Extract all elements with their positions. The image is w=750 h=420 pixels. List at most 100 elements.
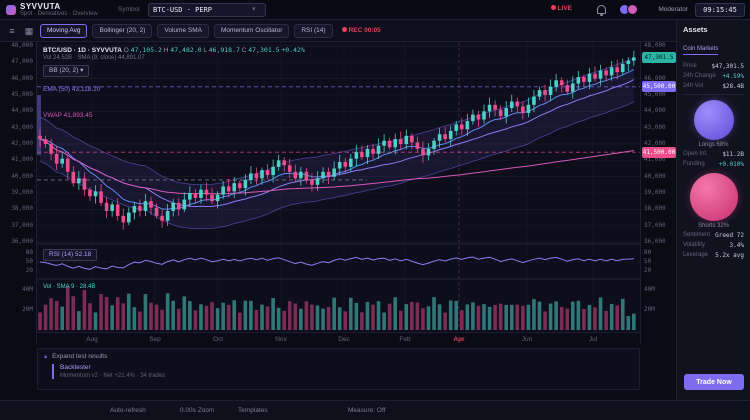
- price-tick-label: 40,000: [644, 173, 666, 180]
- status-item-auto-refresh[interactable]: Auto-refresh: [110, 407, 146, 414]
- chart-toolbar: ≡ ▦ Moving Avg Bollinger (20, 2) Volume SM…: [0, 20, 676, 42]
- menu-icon[interactable]: ≡: [6, 25, 18, 37]
- price-tick-label: 40,000: [11, 173, 33, 180]
- volume-layer: [38, 286, 635, 330]
- stat-value: 5.2x avg: [715, 252, 744, 259]
- caret-up-icon: ▴: [44, 353, 47, 360]
- app-logo: [6, 5, 16, 15]
- chart-legend-symbol: BTC/USD · 1D · SYVVUTA O 47,105.2 H 47,4…: [43, 46, 305, 54]
- sidebar-stats-group: SentimentGreed 72Volatility3.4%Leverage5…: [683, 232, 744, 259]
- stat-value: +0.010%: [719, 161, 744, 168]
- time-tick-label: Dec: [329, 336, 359, 343]
- sidebar-stats-group: Open Int.$11.2B Funding +0.010%: [683, 151, 744, 168]
- volume-pane-label: Vol · SMA 9 · 28.4B: [43, 284, 95, 290]
- price-tick-label: 45,000: [11, 91, 33, 98]
- price-tick-label: 36,000: [11, 238, 33, 245]
- price-tick-label: 38,000: [644, 205, 666, 212]
- toolbar-chip-volume-sma[interactable]: Volume SMA: [157, 24, 209, 38]
- avatar[interactable]: [627, 4, 638, 15]
- right-price-axis[interactable]: 48,00047,00046,00045,00044,00043,00042,0…: [640, 42, 676, 344]
- ohlc-low: 46,918.7: [209, 46, 240, 54]
- volume-tick-label: 20M: [22, 306, 33, 313]
- stat-value: $28.4B: [722, 83, 744, 90]
- divider: [683, 94, 744, 95]
- toolbar-chip-bollinger-20-2-[interactable]: Bollinger (20, 2): [92, 24, 152, 38]
- trade-now-button[interactable]: Trade Now: [684, 374, 744, 390]
- ema-legend[interactable]: EMA (50) 43,118.20: [43, 86, 100, 93]
- stat-value: $11.2B: [722, 151, 744, 158]
- stat-value: 3.4%: [730, 242, 744, 249]
- symbol-label: Symbol: [118, 6, 140, 13]
- toolbar-chip-moving-avg[interactable]: Moving Avg: [40, 24, 87, 38]
- change-percent: +0.42%: [281, 46, 304, 54]
- rec-dot-icon: [342, 27, 347, 32]
- stat-row: SentimentGreed 72: [683, 232, 744, 239]
- stat-row: Open Int.$11.2B: [683, 151, 744, 158]
- stat-row: 24h Change +4.59%: [683, 73, 744, 80]
- user-name[interactable]: Moderator: [658, 6, 688, 13]
- stat-label: 24h Vol: [683, 83, 703, 90]
- stat-value: $47,301.5: [711, 63, 744, 70]
- status-bar: Auto-refresh 0.00s Zoom Templates Measure: …: [0, 400, 750, 420]
- chevron-down-icon[interactable]: ▾: [252, 3, 256, 17]
- price-tick-label: 44,000: [11, 107, 33, 114]
- backtester-label[interactable]: Backtester: [60, 364, 633, 371]
- left-price-axis[interactable]: 48,00047,00046,00045,00044,00043,00042,0…: [0, 42, 37, 344]
- price-tick-label: 37,000: [11, 222, 33, 229]
- price-tick-label: 48,000: [644, 42, 666, 49]
- sidebar-stats-group: Price$47,301.5 24h Change +4.59% 24h Vol $28…: [683, 63, 744, 90]
- toolbar-chip-momentum-oscillator[interactable]: Momentum Oscillator: [214, 24, 289, 38]
- stat-value: Greed 72: [715, 232, 744, 239]
- symbol-search-input[interactable]: BTC-USD · PERP: [148, 3, 266, 17]
- ohlc-high: 47,482.0: [170, 46, 201, 54]
- price-tick-label: 43,000: [644, 124, 666, 131]
- toolbar-chip-rsi-14-[interactable]: RSI (14): [294, 24, 332, 38]
- stat-value: +4.59%: [722, 73, 744, 80]
- vwap-legend[interactable]: VWAP 41,893.45: [43, 112, 93, 119]
- price-level-chip: 45,500.00: [642, 81, 676, 92]
- notifications-bell-icon[interactable]: [597, 5, 606, 14]
- grid-layout-icon[interactable]: ▦: [23, 25, 35, 37]
- stat-row: 24h Vol $28.4B: [683, 83, 744, 90]
- price-level-chip: 41,500.00: [642, 147, 676, 158]
- legend-symbol-text: BTC/USD · 1D · SYVVUTA: [43, 47, 122, 54]
- chart-area[interactable]: BTC/USD · 1D · SYVVUTA O 47,105.2 H 47,4…: [37, 42, 640, 332]
- sidebar-tab-coin-markets[interactable]: Coin Markets: [683, 46, 718, 55]
- price-tick-label: 38,000: [11, 205, 33, 212]
- backtest-result: Momentum v2 · Net +21.4% · 34 trades: [60, 373, 633, 379]
- live-dot-icon: [551, 5, 556, 10]
- rsi-tick-label: 50: [644, 258, 651, 265]
- stat-row: Leverage 5.2x avg: [683, 252, 744, 259]
- price-tick-label: 43,000: [11, 124, 33, 131]
- rsi-layer: [37, 257, 640, 269]
- time-tick-label: Aug: [77, 336, 107, 343]
- recording-badge: REC 00:05: [342, 27, 381, 34]
- status-item-templates[interactable]: Templates: [238, 407, 268, 414]
- status-item-measure-off[interactable]: Measure: Off: [348, 407, 385, 414]
- chart-legend-volume: Vol 24.52B · SMA (9, close) 44,891.07: [43, 55, 145, 61]
- rsi-indicator-chip[interactable]: RSI (14) 52.18: [43, 249, 97, 261]
- stat-row: Price$47,301.5: [683, 63, 744, 70]
- volume-tick-label: 20M: [644, 306, 655, 313]
- rsi-tick-label: 50: [26, 258, 33, 265]
- time-axis[interactable]: AugSepOctNovDecFebAprJunJul: [37, 332, 640, 346]
- expand-test-results[interactable]: ▴ Expand test results: [44, 352, 633, 360]
- price-tick-label: 42,000: [644, 140, 666, 147]
- price-tick-label: 42,000: [11, 140, 33, 147]
- market-stats-sidebar: Assets Coin Markets Price$47,301.524h Ch…: [676, 20, 750, 400]
- time-tick-label: Jul: [578, 336, 608, 343]
- stat-label: Funding: [683, 161, 705, 168]
- price-chart-canvas[interactable]: [37, 42, 640, 332]
- volume-tick-label: 40M: [644, 286, 655, 293]
- ohlc-open: 47,105.2: [131, 46, 162, 54]
- long-ratio-label: Longs 68%: [683, 142, 744, 148]
- time-tick-label: Feb: [390, 336, 420, 343]
- volume-profile-bar: [37, 95, 41, 155]
- status-item-0-00s-zoom[interactable]: 0.00s Zoom: [180, 407, 214, 414]
- backtest-summary: Backtester Momentum v2 · Net +21.4% · 34…: [52, 364, 633, 379]
- stat-label: Leverage: [683, 252, 708, 259]
- price-tick-label: 44,000: [644, 107, 666, 114]
- bollinger-indicator-chip[interactable]: BB (20, 2) ▾: [43, 65, 89, 77]
- price-tick-label: 46,000: [11, 75, 33, 82]
- stat-label: 24h Change: [683, 73, 716, 80]
